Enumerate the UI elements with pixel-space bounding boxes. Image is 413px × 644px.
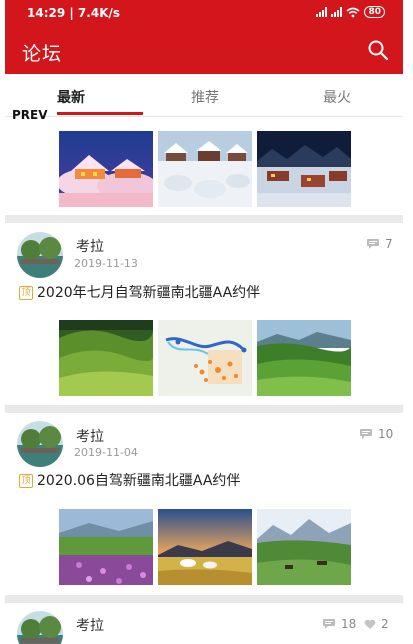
comment-icon xyxy=(367,239,379,249)
carousel-image-1[interactable] xyxy=(59,131,153,207)
prev-label[interactable]: PREV xyxy=(12,108,48,122)
comment-count: 18 xyxy=(322,617,356,631)
avatar[interactable] xyxy=(17,611,63,644)
signal-icon xyxy=(331,7,343,17)
active-tab-indicator xyxy=(57,112,143,115)
heart-icon[interactable] xyxy=(364,619,376,630)
post-title-text[interactable]: 2020年七月自驾新疆南北疆AA约伴 xyxy=(37,285,260,301)
post-title[interactable]: 顶 2020年七月自驾新疆南北疆AA约伴 xyxy=(19,282,260,302)
battery-icon: 80 xyxy=(364,6,385,18)
post-image[interactable] xyxy=(257,320,351,396)
post-title-text[interactable]: 2020.06自驾新疆南北疆AA约伴 xyxy=(37,473,240,489)
post-image[interactable] xyxy=(257,509,351,585)
comment-count-value: 10 xyxy=(378,427,394,441)
post-author[interactable]: 考拉 xyxy=(76,426,104,446)
post-date: 2019-11-13 xyxy=(74,257,138,270)
tab-latest[interactable]: 最新 xyxy=(57,87,85,107)
comment-icon xyxy=(360,429,372,439)
post-image[interactable] xyxy=(158,509,252,585)
post-author[interactable]: 考拉 xyxy=(76,615,104,635)
post-image[interactable] xyxy=(158,320,252,396)
like-count[interactable]: 2 xyxy=(364,617,389,631)
search-icon[interactable] xyxy=(367,39,389,61)
tab-bar: 最新 推荐 最火 xyxy=(5,74,403,116)
status-bar: 14:29 | 7.4K/s 80 xyxy=(5,0,403,26)
app-header: 论坛 xyxy=(5,26,403,74)
section-separator xyxy=(5,215,403,223)
avatar[interactable] xyxy=(17,421,63,467)
pinned-badge: 顶 xyxy=(19,286,33,300)
signal-icon xyxy=(316,7,328,17)
carousel-image-3[interactable] xyxy=(257,131,351,207)
post-image[interactable] xyxy=(59,320,153,396)
comment-count: 7 xyxy=(366,237,393,251)
page-title: 论坛 xyxy=(22,43,63,65)
like-count-value: 2 xyxy=(381,617,389,631)
section-separator xyxy=(5,595,403,603)
comment-count: 10 xyxy=(359,427,393,441)
tab-recommended[interactable]: 推荐 xyxy=(191,87,219,107)
post-date: 2019-11-04 xyxy=(74,446,138,459)
avatar[interactable] xyxy=(17,232,63,278)
wifi-icon xyxy=(346,7,360,17)
post-author[interactable]: 考拉 xyxy=(76,236,104,256)
post-title[interactable]: 顶 2020.06自驾新疆南北疆AA约伴 xyxy=(19,470,240,490)
comment-icon xyxy=(323,619,335,629)
status-time-speed: 14:29 | 7.4K/s xyxy=(27,6,121,20)
pinned-badge: 顶 xyxy=(19,474,33,488)
post-image[interactable] xyxy=(59,509,153,585)
status-icons: 80 xyxy=(316,6,385,18)
comment-count-value: 18 xyxy=(341,617,357,631)
carousel-image-2[interactable] xyxy=(158,131,252,207)
tabs-divider xyxy=(5,116,403,117)
tab-hottest[interactable]: 最火 xyxy=(323,87,351,107)
section-separator xyxy=(5,405,403,413)
comment-count-value: 7 xyxy=(385,237,393,251)
